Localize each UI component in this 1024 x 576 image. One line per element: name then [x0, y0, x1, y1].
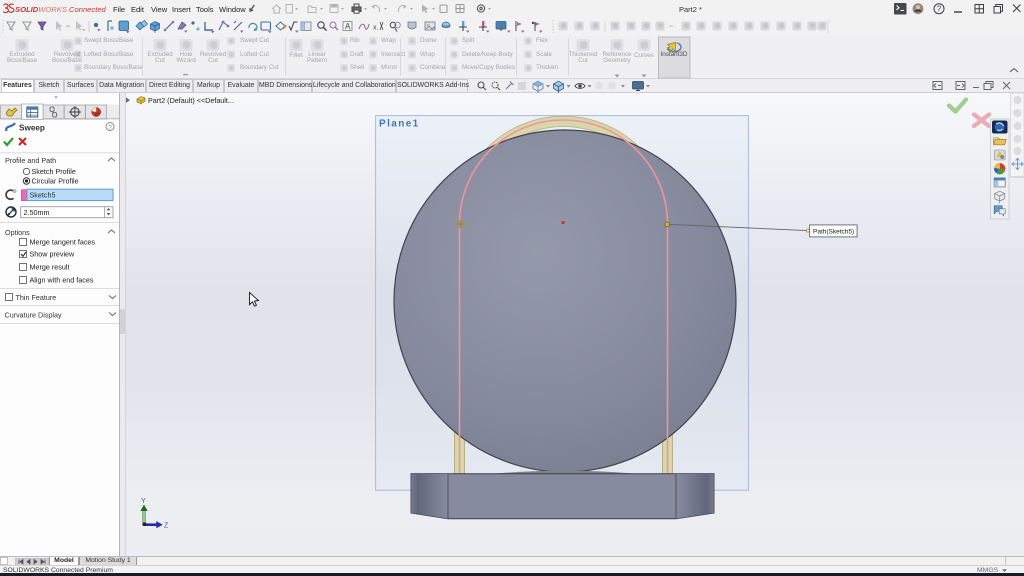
svg-text:Curvature Display: Curvature Display — [5, 311, 63, 320]
svg-text:Profile and Path: Profile and Path — [5, 156, 56, 165]
svg-text:Thin Feature: Thin Feature — [16, 293, 57, 302]
svg-text:Path(Sketch5): Path(Sketch5) — [813, 229, 854, 236]
svg-text:Sweep: Sweep — [19, 124, 45, 133]
svg-text:?: ? — [937, 4, 942, 13]
svg-text:Options: Options — [5, 228, 30, 237]
svg-text:Part2 (Default) <<Default...: Part2 (Default) <<Default... — [148, 96, 234, 105]
svg-text:x.: x. — [373, 25, 379, 32]
svg-text:?: ? — [108, 124, 112, 131]
svg-text:Merge result: Merge result — [30, 263, 70, 272]
svg-text:A: A — [345, 22, 351, 31]
svg-text:Sketch Profile: Sketch Profile — [32, 167, 76, 176]
svg-text:Show preview: Show preview — [30, 250, 76, 259]
svg-text:Merge tangent faces: Merge tangent faces — [30, 238, 96, 247]
svg-text:Plane1: Plane1 — [379, 119, 420, 130]
svg-text:Sketch5: Sketch5 — [30, 191, 56, 200]
svg-text:Circular Profile: Circular Profile — [32, 177, 79, 186]
svg-text:Align with end faces: Align with end faces — [30, 276, 94, 285]
svg-text:2.50mm: 2.50mm — [24, 208, 50, 217]
svg-text:Z: Z — [164, 523, 169, 530]
svg-text:Y: Y — [141, 498, 146, 505]
